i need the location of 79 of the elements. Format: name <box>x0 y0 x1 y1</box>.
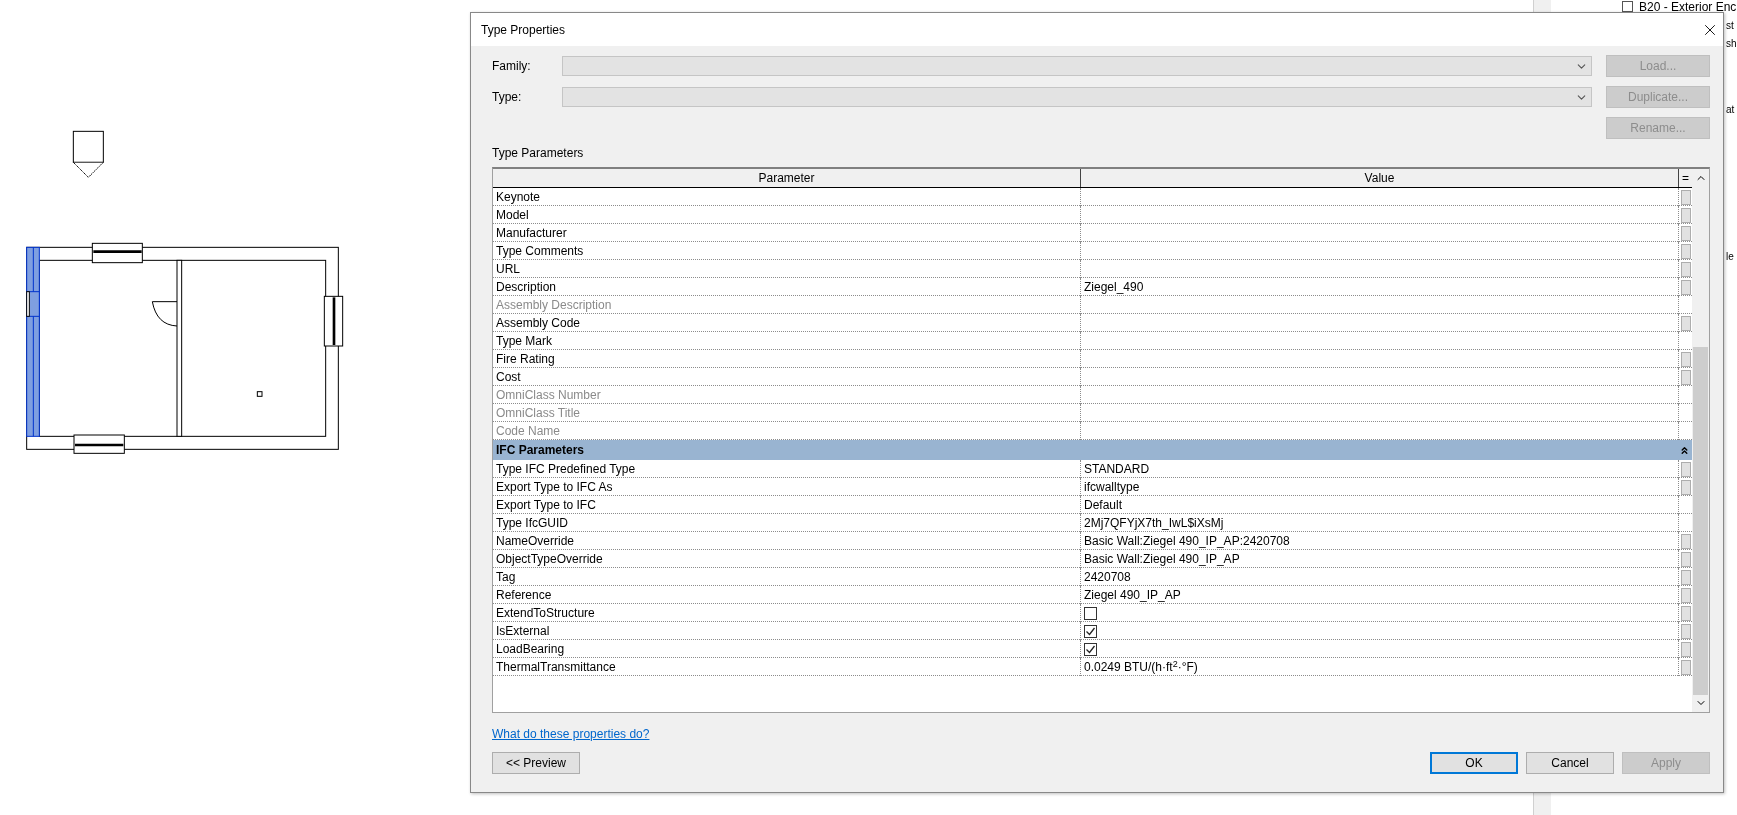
value-cell-text: 2420708 <box>1084 569 1131 586</box>
associate-parameter-button[interactable] <box>1680 641 1691 657</box>
associate-parameter-button[interactable] <box>1680 225 1691 241</box>
value-cell-text: Ziegel_490 <box>1084 279 1144 296</box>
parameter-cell-text: NameOverride <box>496 533 575 550</box>
parameter-cell-text: Model <box>496 207 529 224</box>
tree-checkbox-icon <box>1622 1 1633 12</box>
parameter-cell-text: Assembly Description <box>496 297 612 314</box>
section-label: Type Parameters <box>492 146 585 161</box>
parameter-cell-text: ObjectTypeOverride <box>496 551 603 568</box>
parameter-cell-text: ThermalTransmittance <box>496 659 616 676</box>
parameter-cell-text: Code Name <box>496 423 561 440</box>
associate-parameter-button[interactable] <box>1680 369 1691 385</box>
preview-button[interactable]: << Preview <box>492 752 580 774</box>
column-header[interactable]: = <box>1682 169 1689 187</box>
parameter-cell-text: Type Comments <box>496 243 584 260</box>
associate-parameter-button[interactable] <box>1680 351 1691 367</box>
column-header[interactable]: Value <box>1364 169 1395 187</box>
parameter-cell-text: Assembly Code <box>496 315 581 332</box>
parameter-cell-text: Type IFC Predefined Type <box>496 461 636 478</box>
scrollbar[interactable] <box>1692 169 1709 712</box>
parameter-cell-text: Manufacturer <box>496 225 567 242</box>
column-header[interactable]: Parameter <box>758 169 815 187</box>
parameter-cell-text: Fire Rating <box>496 351 555 368</box>
value-cell-text: Basic Wall:Ziegel 490_IP_AP:2420708 <box>1084 533 1290 550</box>
parameter-cell-text: Keynote <box>496 189 541 206</box>
associate-parameter-button[interactable] <box>1680 605 1691 621</box>
checkbox[interactable] <box>1084 606 1097 620</box>
partial-text: sh <box>1726 38 1737 50</box>
associate-parameter-button[interactable] <box>1680 279 1691 295</box>
value-cell-text: Default <box>1084 497 1123 514</box>
section-tag-drawing <box>72 130 104 178</box>
value-cell-text: STANDARD <box>1084 461 1150 478</box>
partial-text: at <box>1726 104 1735 116</box>
parameter-cell-text: Tag <box>496 569 516 586</box>
value-cell-text: ifcwalltype <box>1084 479 1140 496</box>
parameter-cell-text: LoadBearing <box>496 641 565 658</box>
associate-parameter-button[interactable] <box>1680 551 1691 567</box>
associate-parameter-button[interactable] <box>1680 189 1691 205</box>
parameter-cell-text: ExtendToStructure <box>496 605 595 622</box>
parameter-cell-text: URL <box>496 261 520 278</box>
associate-parameter-button[interactable] <box>1680 623 1691 639</box>
associate-parameter-button[interactable] <box>1680 207 1691 223</box>
parameter-cell-text: Cost <box>496 369 521 386</box>
value-cell: 0.0249 BTU/(h·ft$^{2}$·°F) <box>1084 658 1198 676</box>
window-title: Type Properties <box>481 21 566 39</box>
value-cell-text: Ziegel 490_IP_AP <box>1084 587 1181 604</box>
help-link[interactable]: What do these properties do? <box>492 727 650 741</box>
collapse-icon[interactable] <box>1679 444 1690 456</box>
field-label: Type: <box>492 89 523 106</box>
associate-parameter-button[interactable] <box>1680 243 1691 259</box>
associate-parameter-button[interactable] <box>1680 659 1691 675</box>
value-cell-text: 2Mj7QFYjX7th_IwL$iXsMj <box>1084 515 1224 532</box>
associate-parameter-button[interactable] <box>1680 479 1691 495</box>
field-label: Family: <box>492 58 532 75</box>
parameter-cell-text: Export Type to IFC As <box>496 479 613 496</box>
parameter-cell-text: OmniClass Number <box>496 387 601 404</box>
associate-parameter-button[interactable] <box>1680 461 1691 477</box>
dialog-button[interactable]: OK <box>1430 752 1518 774</box>
partial-text: st <box>1726 20 1734 32</box>
partial-text: le <box>1726 251 1734 263</box>
checkbox[interactable] <box>1084 624 1097 638</box>
associate-parameter-button[interactable] <box>1680 315 1691 331</box>
scrollbar-thumb[interactable] <box>1693 347 1708 695</box>
parameter-cell-text: IsExternal <box>496 623 550 640</box>
parameter-cell-text: OmniClass Title <box>496 405 581 422</box>
value-cell-text: Basic Wall:Ziegel 490_IP_AP <box>1084 551 1240 568</box>
parameter-cell-text: Description <box>496 279 557 296</box>
parameter-cell-text: Reference <box>496 587 552 604</box>
dialog-button[interactable]: Cancel <box>1526 752 1614 774</box>
parameter-cell-text: Type IfcGUID <box>496 515 569 532</box>
associate-parameter-button[interactable] <box>1680 587 1691 603</box>
associate-parameter-button[interactable] <box>1680 261 1691 277</box>
group-header[interactable]: IFC Parameters <box>493 440 1692 460</box>
checkbox[interactable] <box>1084 642 1097 656</box>
parameter-cell-text: Type Mark <box>496 333 552 350</box>
associate-parameter-button[interactable] <box>1680 533 1691 549</box>
parameter-cell-text: Export Type to IFC <box>496 497 596 514</box>
associate-parameter-button[interactable] <box>1680 569 1691 585</box>
